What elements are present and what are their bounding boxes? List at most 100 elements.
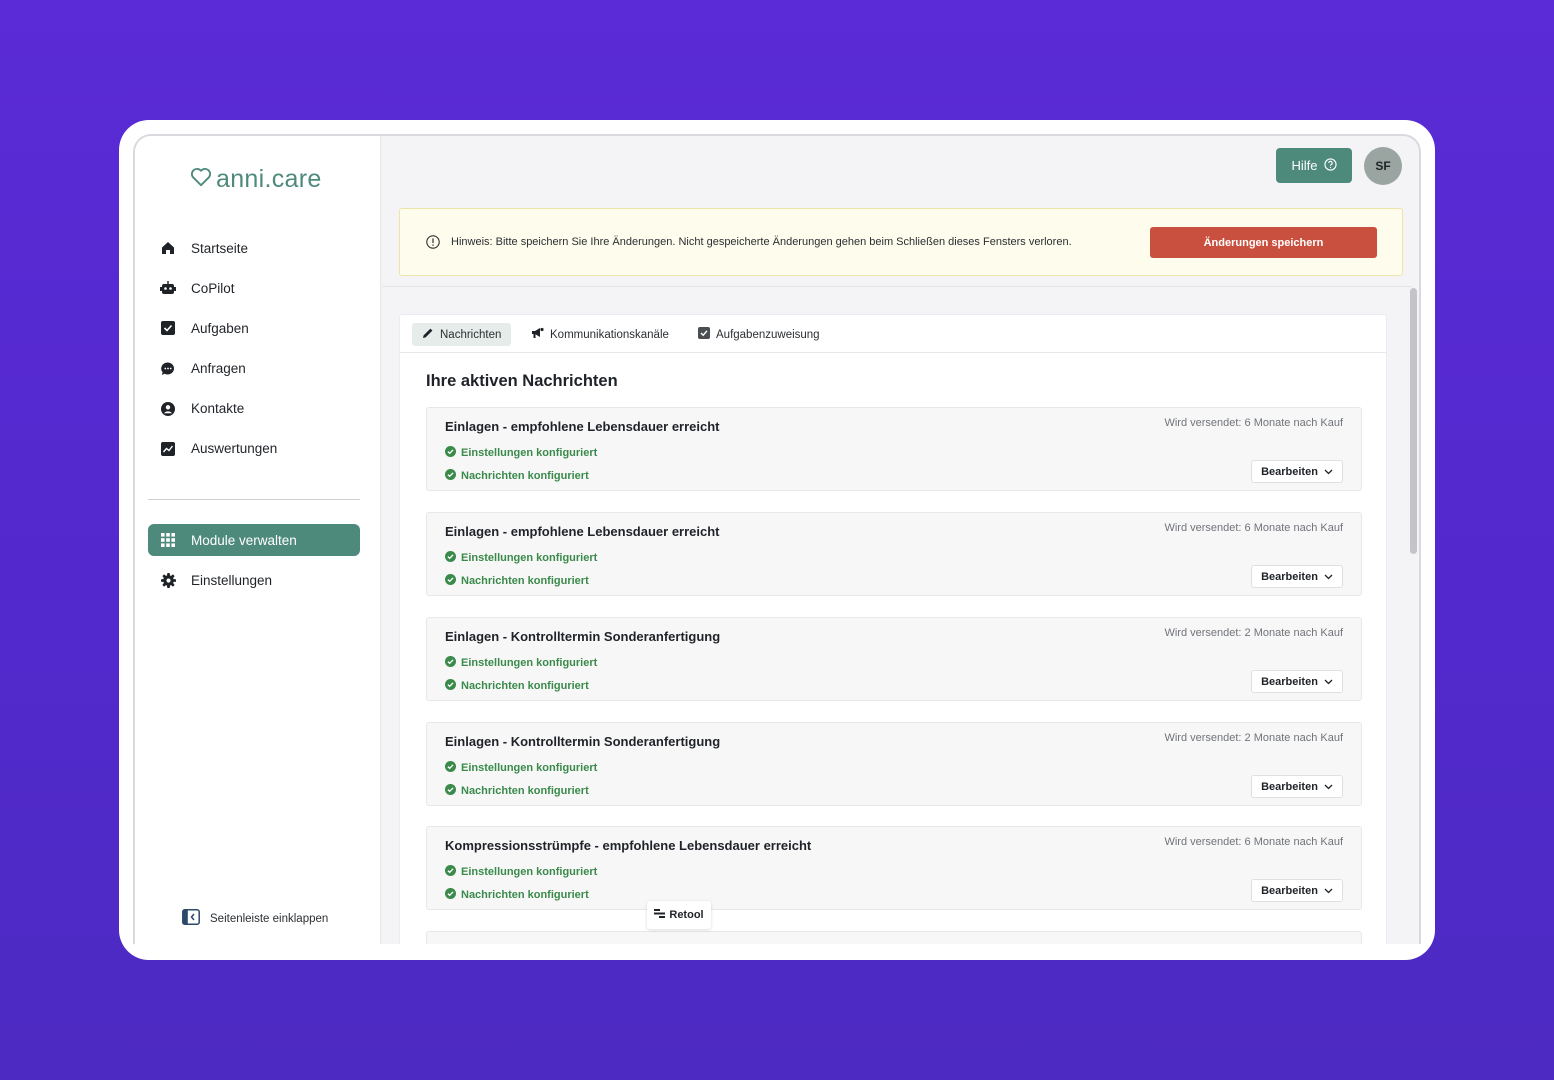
user-circle-icon (160, 401, 176, 417)
chevron-down-icon (1324, 781, 1333, 793)
sidebar-item-label: Einstellungen (191, 572, 273, 588)
retool-icon (654, 909, 666, 921)
help-button[interactable]: Hilfe (1276, 148, 1352, 183)
main-nav: Startseite CoPilot Aufgaben Anfragen Kon… (148, 232, 360, 473)
status-messages: Nachrichten konfiguriert (445, 469, 589, 483)
sidebar-collapse-icon (182, 909, 200, 928)
checkbox-icon (160, 320, 176, 336)
sidebar-item-label: CoPilot (191, 280, 235, 296)
status-text: Nachrichten konfiguriert (461, 889, 589, 901)
status-text: Einstellungen konfiguriert (461, 762, 598, 774)
app-window: anni.care Startseite CoPilot Aufgaben An… (133, 134, 1421, 944)
message-schedule: Wird versendet: 6 Monate nach Kauf (1164, 836, 1343, 848)
brand-name: anni.care (216, 164, 322, 193)
check-circle-icon (445, 656, 456, 670)
info-circle-icon (426, 235, 440, 254)
heart-icon (190, 167, 212, 192)
status-text: Nachrichten konfiguriert (461, 785, 589, 797)
message-row: Einlagen - empfohlene Lebensdauer erreic… (426, 512, 1362, 596)
status-text: Nachrichten konfiguriert (461, 680, 589, 692)
gear-icon (160, 572, 176, 588)
retool-badge[interactable]: Retool (647, 901, 711, 929)
edit-label: Bearbeiten (1261, 884, 1318, 897)
message-schedule: Wird versendet: 2 Monate nach Kauf (1164, 627, 1343, 639)
collapse-sidebar-button[interactable]: Seitenleiste einklappen (182, 909, 328, 928)
status-text: Einstellungen konfiguriert (461, 657, 598, 669)
message-schedule: Wird versendet: 6 Monate nach Kauf (1164, 522, 1343, 534)
sidebar-item-label: Kontakte (191, 401, 245, 417)
save-changes-button[interactable]: Änderungen speichern (1150, 227, 1377, 258)
status-settings: Einstellungen konfiguriert (445, 865, 597, 879)
edit-button[interactable]: Bearbeiten (1251, 670, 1343, 693)
status-text: Nachrichten konfiguriert (461, 575, 589, 587)
chevron-down-icon (1324, 885, 1333, 897)
scrollbar-thumb[interactable] (1410, 288, 1417, 554)
unsaved-changes-notice: Hinweis: Bitte speichern Sie Ihre Änderu… (399, 208, 1403, 276)
message-row: Kompressionsstrümpfe - empfohlene Lebens… (426, 826, 1362, 910)
status-settings: Einstellungen konfiguriert (445, 446, 597, 460)
tab-label: Aufgabenzuweisung (716, 328, 820, 341)
message-row (426, 931, 1362, 944)
sidebar-item-anfragen[interactable]: Anfragen (148, 353, 360, 385)
check-circle-icon (445, 551, 456, 565)
megaphone-icon (531, 327, 544, 342)
robot-icon (160, 280, 176, 296)
header-divider (382, 286, 1412, 287)
status-messages: Nachrichten konfiguriert (445, 888, 589, 902)
section-title: Ihre aktiven Nachrichten (426, 372, 618, 390)
sidebar-item-startseite[interactable]: Startseite (148, 232, 360, 264)
check-circle-icon (445, 784, 456, 798)
message-row: Einlagen - Kontrolltermin Sonderanfertig… (426, 617, 1362, 701)
edit-button[interactable]: Bearbeiten (1251, 565, 1343, 588)
tab-nachrichten[interactable]: Nachrichten (412, 323, 512, 346)
sidebar-item-label: Module verwalten (191, 532, 297, 548)
sidebar-item-kontakte[interactable]: Kontakte (148, 393, 360, 425)
status-settings: Einstellungen konfiguriert (445, 761, 597, 775)
notice-text: Hinweis: Bitte speichern Sie Ihre Änderu… (451, 236, 1072, 248)
message-schedule: Wird versendet: 6 Monate nach Kauf (1164, 417, 1343, 429)
retool-label: Retool (669, 909, 704, 921)
sidebar-item-module-verwalten[interactable]: Module verwalten (148, 524, 360, 556)
messages-card: Nachrichten Kommunikationskanäle Aufgabe… (399, 314, 1387, 944)
tab-kommunikationskanaele[interactable]: Kommunikationskanäle (521, 323, 679, 346)
message-title: Einlagen - empfohlene Lebensdauer erreic… (445, 419, 720, 434)
edit-button[interactable]: Bearbeiten (1251, 460, 1343, 483)
status-text: Nachrichten konfiguriert (461, 470, 589, 482)
sidebar: anni.care Startseite CoPilot Aufgaben An… (135, 136, 381, 944)
edit-label: Bearbeiten (1261, 465, 1318, 478)
message-row: Einlagen - empfohlene Lebensdauer erreic… (426, 407, 1362, 491)
tab-aufgabenzuweisung[interactable]: Aufgabenzuweisung (688, 323, 830, 346)
tab-bar: Nachrichten Kommunikationskanäle Aufgabe… (400, 315, 1386, 353)
sidebar-item-auswertungen[interactable]: Auswertungen (148, 433, 360, 465)
chevron-down-icon (1324, 571, 1333, 583)
sidebar-item-copilot[interactable]: CoPilot (148, 272, 360, 304)
user-avatar[interactable]: SF (1364, 147, 1402, 185)
secondary-nav: Module verwalten Einstellungen (148, 524, 360, 604)
edit-button[interactable]: Bearbeiten (1251, 879, 1343, 902)
message-title: Einlagen - empfohlene Lebensdauer erreic… (445, 524, 720, 539)
message-title: Einlagen - Kontrolltermin Sonderanfertig… (445, 629, 721, 644)
grid-icon (160, 532, 176, 548)
status-text: Einstellungen konfiguriert (461, 552, 598, 564)
check-circle-icon (445, 865, 456, 879)
brand-logo[interactable]: anni.care (190, 164, 322, 194)
collapse-label: Seitenleiste einklappen (210, 912, 329, 925)
status-messages: Nachrichten konfiguriert (445, 679, 589, 693)
sidebar-item-label: Anfragen (191, 361, 246, 377)
sidebar-item-label: Auswertungen (191, 441, 278, 457)
message-title: Kompressionsstrümpfe - empfohlene Lebens… (445, 838, 812, 853)
message-title: Einlagen - Kontrolltermin Sonderanfertig… (445, 734, 721, 749)
check-circle-icon (445, 446, 456, 460)
chevron-down-icon (1324, 466, 1333, 478)
status-settings: Einstellungen konfiguriert (445, 551, 597, 565)
edit-label: Bearbeiten (1261, 675, 1318, 688)
check-circle-icon (445, 574, 456, 588)
check-circle-icon (445, 888, 456, 902)
edit-label: Bearbeiten (1261, 780, 1318, 793)
status-text: Einstellungen konfiguriert (461, 866, 598, 878)
sidebar-item-label: Startseite (191, 240, 249, 256)
sidebar-item-einstellungen[interactable]: Einstellungen (148, 564, 360, 596)
edit-button[interactable]: Bearbeiten (1251, 775, 1343, 798)
sidebar-item-aufgaben[interactable]: Aufgaben (148, 312, 360, 344)
check-circle-icon (445, 679, 456, 693)
